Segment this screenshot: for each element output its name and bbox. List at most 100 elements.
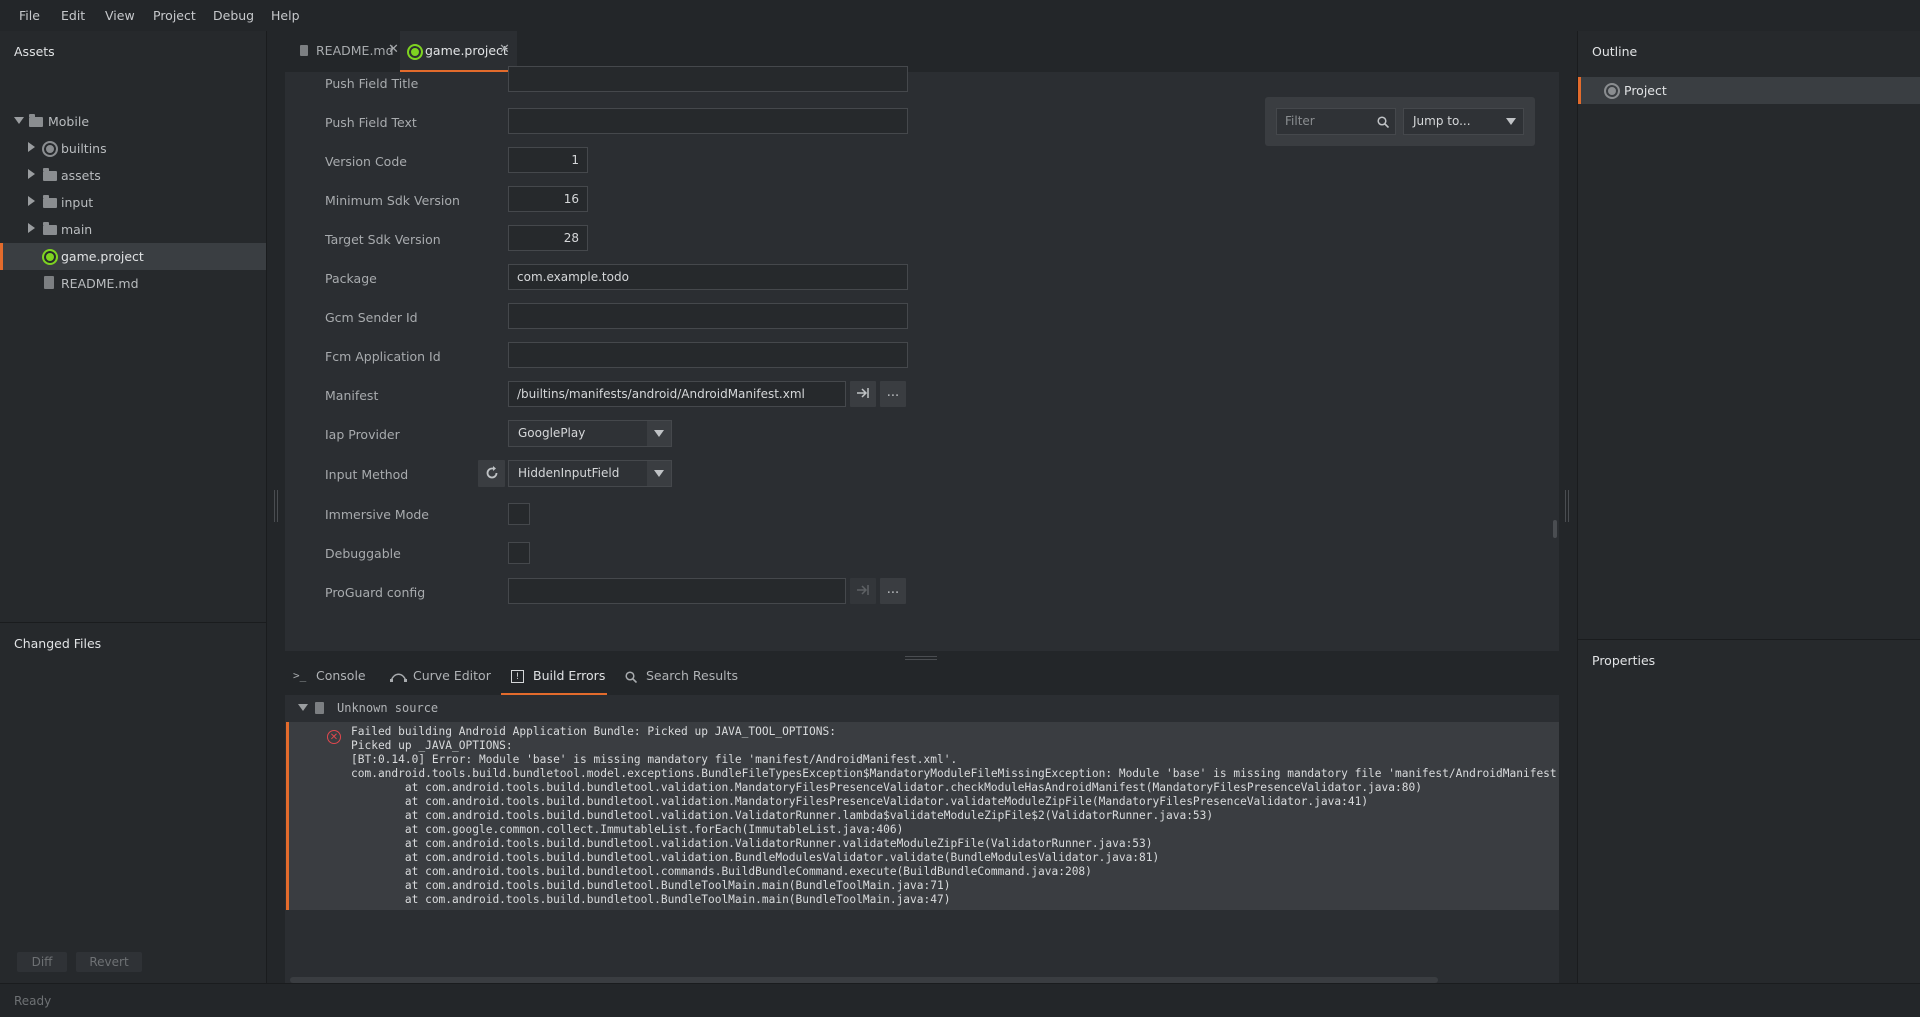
outline-item-project[interactable]: Project xyxy=(1578,77,1920,104)
error-circle-icon: ✕ xyxy=(327,730,341,744)
filter-input[interactable]: Filter xyxy=(1276,108,1396,135)
folder-icon xyxy=(43,222,57,235)
tree-item-assets[interactable]: assets xyxy=(0,162,266,189)
menu-debug[interactable]: Debug xyxy=(213,8,254,23)
proguard-input[interactable] xyxy=(508,578,846,604)
jump-to-select[interactable]: Jump to... xyxy=(1403,108,1524,135)
field-label: Gcm Sender Id xyxy=(325,310,418,325)
menu-help[interactable]: Help xyxy=(271,8,300,23)
folder-icon xyxy=(43,195,57,208)
input-method-select[interactable]: HiddenInputField xyxy=(508,460,672,487)
menu-bar: File Edit View Project Debug Help xyxy=(0,0,1920,31)
error-icon: ! xyxy=(511,670,524,683)
field-label: Push Field Title xyxy=(325,76,419,91)
chevron-right-icon[interactable] xyxy=(28,223,35,233)
status-text: Ready xyxy=(14,994,52,1008)
error-line: at com.android.tools.build.bundletool.co… xyxy=(351,865,1092,878)
field-label: Minimum Sdk Version xyxy=(325,193,460,208)
assets-title: Assets xyxy=(14,44,55,59)
version-code-input[interactable]: 1 xyxy=(508,147,588,173)
tree-label: input xyxy=(61,195,94,210)
field-label: ProGuard config xyxy=(325,585,426,600)
field-label: Immersive Mode xyxy=(325,507,429,522)
debuggable-checkbox[interactable] xyxy=(508,542,530,564)
browse-proguard-button[interactable]: ... xyxy=(880,578,906,604)
bottom-tab-bar: >_ Console Curve Editor ! Build Errors S… xyxy=(285,660,1559,695)
tab-curve-editor[interactable]: Curve Editor xyxy=(390,660,500,695)
tree-label: builtins xyxy=(61,141,107,156)
changed-files-panel: Changed Files Diff Revert xyxy=(0,622,267,983)
tree-item-readme[interactable]: README.md xyxy=(0,270,266,297)
chevron-down-icon[interactable] xyxy=(14,117,24,124)
editor-scrollbar[interactable] xyxy=(1553,520,1557,538)
reset-icon[interactable] xyxy=(478,460,505,487)
tab-label: Build Errors xyxy=(533,668,606,683)
push-field-text-input[interactable] xyxy=(508,108,908,134)
manifest-input[interactable]: /builtins/manifests/android/AndroidManif… xyxy=(508,381,846,407)
tree-item-game-project[interactable]: game.project xyxy=(0,243,266,270)
error-line: Picked up _JAVA_OPTIONS: xyxy=(351,739,513,752)
error-line: Failed building Android Application Bund… xyxy=(351,725,836,738)
iap-provider-select[interactable]: GooglePlay xyxy=(508,420,672,447)
tree-item-input[interactable]: input xyxy=(0,189,266,216)
outline-item-label: Project xyxy=(1624,83,1667,98)
menu-project[interactable]: Project xyxy=(153,8,196,23)
tab-build-errors[interactable]: ! Build Errors xyxy=(501,660,607,695)
tree-item-builtins[interactable]: builtins xyxy=(0,135,266,162)
curve-icon xyxy=(390,673,407,682)
target-sdk-input[interactable]: 28 xyxy=(508,225,588,251)
splitter-handle[interactable] xyxy=(274,490,278,522)
menu-view[interactable]: View xyxy=(105,8,135,23)
splitter-handle[interactable] xyxy=(1565,490,1569,522)
browse-manifest-button[interactable]: ... xyxy=(880,381,906,407)
tab-game-project[interactable]: game.project ✕ xyxy=(400,31,517,72)
folder-icon xyxy=(29,114,43,127)
min-sdk-input[interactable]: 16 xyxy=(508,186,588,212)
chevron-down-icon xyxy=(647,461,671,486)
tab-readme[interactable]: README.md ✕ xyxy=(278,31,406,72)
filter-toolbar: Filter Jump to... xyxy=(1265,97,1535,146)
goto-resource-icon[interactable] xyxy=(850,381,876,407)
assets-panel: Assets Mobile builtins assets input main… xyxy=(0,31,267,622)
close-icon[interactable]: ✕ xyxy=(388,42,399,57)
push-field-title-input[interactable] xyxy=(508,66,908,92)
tab-console[interactable]: >_ Console xyxy=(293,660,373,695)
tab-label: README.md xyxy=(316,43,394,58)
changed-files-title: Changed Files xyxy=(14,636,102,651)
field-label: Debuggable xyxy=(325,546,401,561)
field-label: Input Method xyxy=(325,467,409,482)
fcm-app-id-input[interactable] xyxy=(508,342,908,368)
menu-edit[interactable]: Edit xyxy=(61,8,85,23)
error-line: at com.android.tools.build.bundletool.Bu… xyxy=(351,879,951,892)
revert-button[interactable]: Revert xyxy=(76,952,142,972)
tree-label: main xyxy=(61,222,93,237)
tree-label: README.md xyxy=(61,276,139,291)
tab-label: Search Results xyxy=(646,668,739,683)
field-label: Manifest xyxy=(325,388,379,403)
chevron-down-icon[interactable] xyxy=(298,704,308,711)
select-value: HiddenInputField xyxy=(518,466,620,480)
properties-panel: Properties xyxy=(1577,639,1920,983)
close-icon[interactable]: ✕ xyxy=(499,42,510,57)
chevron-right-icon[interactable] xyxy=(28,196,35,206)
error-line: at com.android.tools.build.bundletool.Bu… xyxy=(351,893,951,906)
chevron-right-icon[interactable] xyxy=(28,142,35,152)
tab-label: Curve Editor xyxy=(413,668,491,683)
search-icon xyxy=(625,671,637,683)
error-line: at com.android.tools.build.bundletool.va… xyxy=(351,781,1422,794)
error-entry[interactable]: ✕ Failed building Android Application Bu… xyxy=(286,722,1559,910)
tree-item-main[interactable]: main xyxy=(0,216,266,243)
error-line: com.android.tools.build.bundletool.model… xyxy=(351,767,1559,780)
immersive-mode-checkbox[interactable] xyxy=(508,503,530,525)
diff-button[interactable]: Diff xyxy=(17,952,67,972)
chevron-right-icon[interactable] xyxy=(28,169,35,179)
tab-label: game.project xyxy=(425,43,508,58)
tab-search-results[interactable]: Search Results xyxy=(625,660,739,695)
gcm-sender-id-input[interactable] xyxy=(508,303,908,329)
file-icon xyxy=(44,276,54,289)
menu-file[interactable]: File xyxy=(19,8,40,23)
error-line: at com.android.tools.build.bundletool.va… xyxy=(351,851,1160,864)
tree-item-mobile[interactable]: Mobile xyxy=(0,108,266,135)
package-input[interactable]: com.example.todo xyxy=(508,264,908,290)
error-line: at com.google.common.collect.ImmutableLi… xyxy=(351,823,904,836)
